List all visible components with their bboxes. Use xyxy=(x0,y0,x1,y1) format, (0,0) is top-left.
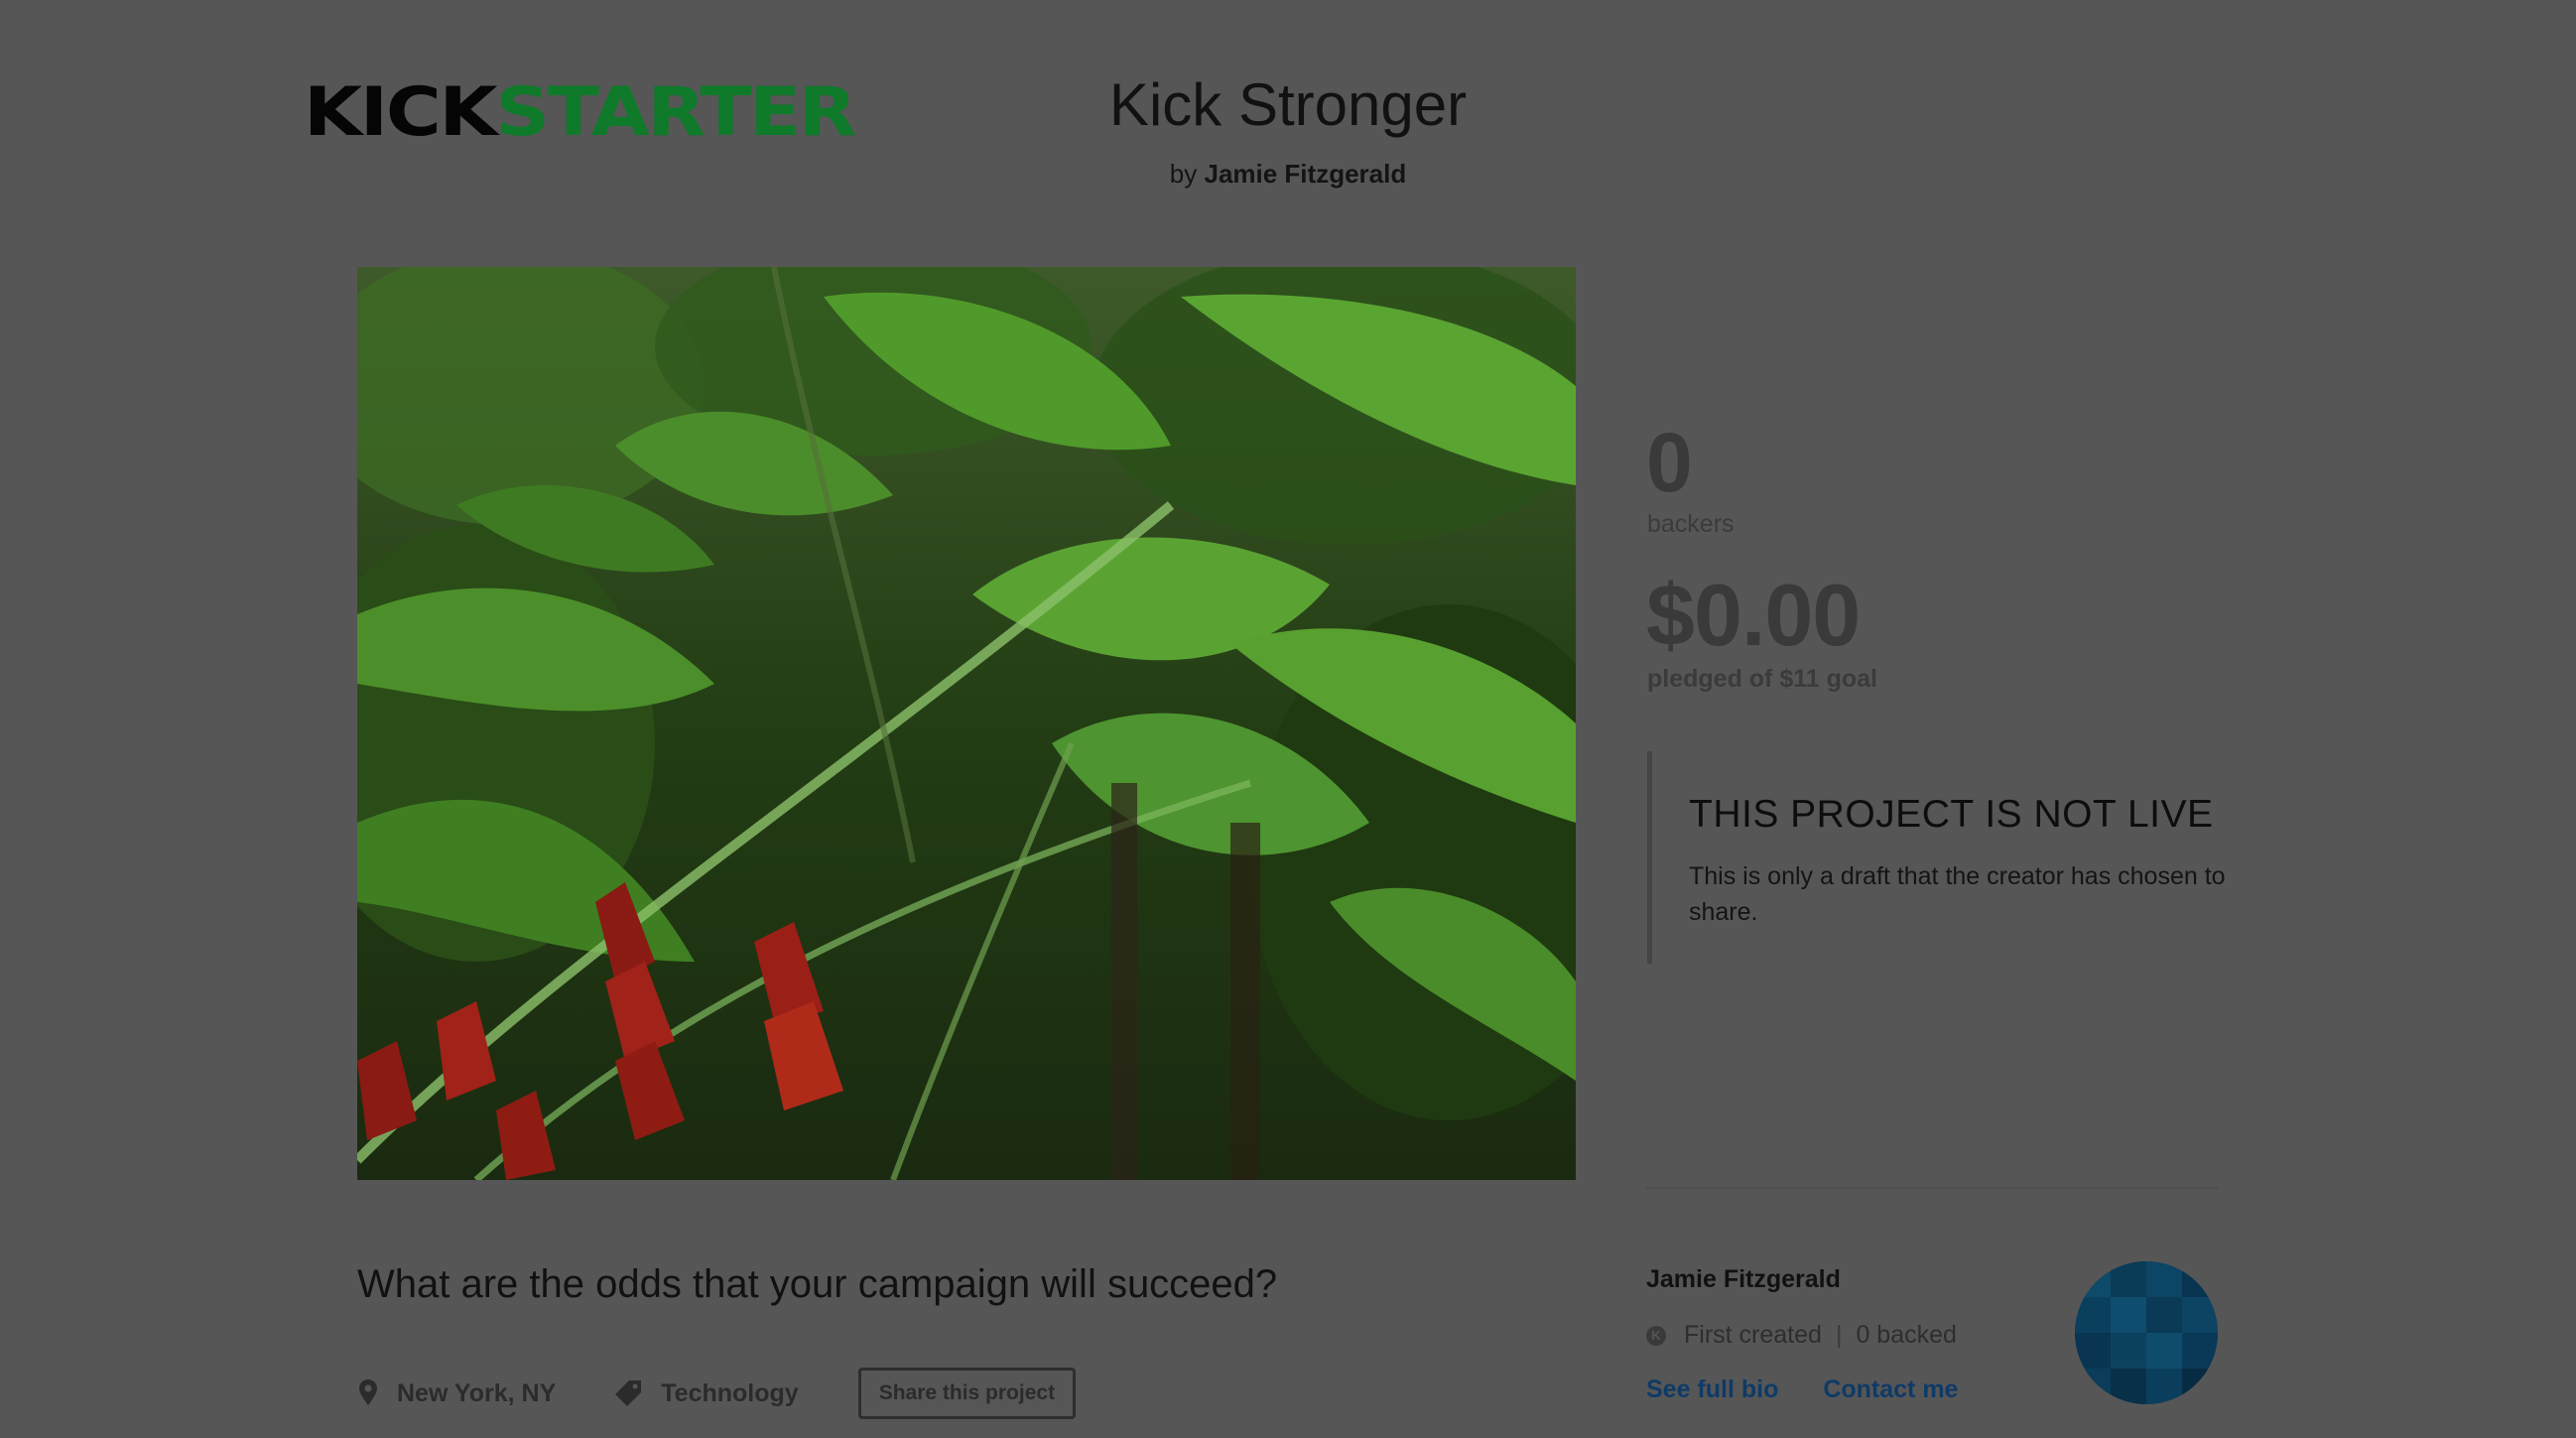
pledged-goal-label: pledged of $11 goal xyxy=(1647,665,1877,693)
project-hero-image[interactable] xyxy=(357,267,1576,1180)
project-byline: by Jamie Fitzgerald xyxy=(0,159,2576,190)
category-item[interactable]: Technology xyxy=(615,1378,799,1408)
not-live-text: This is only a draft that the creator ha… xyxy=(1689,862,2226,926)
category-label: Technology xyxy=(661,1378,799,1407)
byline-creator[interactable]: Jamie Fitzgerald xyxy=(1204,159,1406,189)
project-title: Kick Stronger xyxy=(1108,71,1468,138)
see-full-bio-link[interactable]: See full bio xyxy=(1646,1375,1778,1403)
creator-meta: K First created | 0 backed xyxy=(1646,1321,1957,1350)
creator-name[interactable]: Jamie Fitzgerald xyxy=(1646,1265,1841,1294)
contact-me-link[interactable]: Contact me xyxy=(1823,1375,1958,1403)
not-live-title: THIS PROJECT IS NOT LIVE xyxy=(1689,793,2214,836)
avatar-pattern-icon xyxy=(2075,1261,2218,1404)
creator-avatar[interactable] xyxy=(2075,1261,2218,1404)
page: KICKSTARTER Kick Stronger by Jamie Fitzg… xyxy=(0,0,2576,1438)
location-label: New York, NY xyxy=(397,1378,557,1407)
kickstarter-k-icon: K xyxy=(1646,1325,1666,1346)
backed-count: 0 backed xyxy=(1856,1321,1957,1349)
location-pin-icon xyxy=(359,1379,377,1405)
first-created-label: First created xyxy=(1684,1321,1822,1349)
byline-prefix: by xyxy=(1169,159,1198,189)
project-question: What are the odds that your campaign wil… xyxy=(357,1262,1278,1306)
jungle-foliage-image xyxy=(357,267,1576,1180)
not-live-notice: THIS PROJECT IS NOT LIVE This is only a … xyxy=(1647,751,2248,964)
meta-separator: | xyxy=(1835,1321,1843,1349)
pledged-amount: $0.00 xyxy=(1646,566,1861,664)
project-meta-row: New York, NY Technology Share this proje… xyxy=(359,1368,1077,1419)
divider xyxy=(1646,1187,2218,1189)
tag-icon xyxy=(615,1380,642,1406)
location-item[interactable]: New York, NY xyxy=(359,1379,556,1408)
backers-count: 0 xyxy=(1646,416,1693,509)
backers-label: backers xyxy=(1647,510,1735,538)
creator-links: See full bio Contact me xyxy=(1646,1375,1996,1404)
share-project-button[interactable]: Share this project xyxy=(857,1368,1077,1419)
